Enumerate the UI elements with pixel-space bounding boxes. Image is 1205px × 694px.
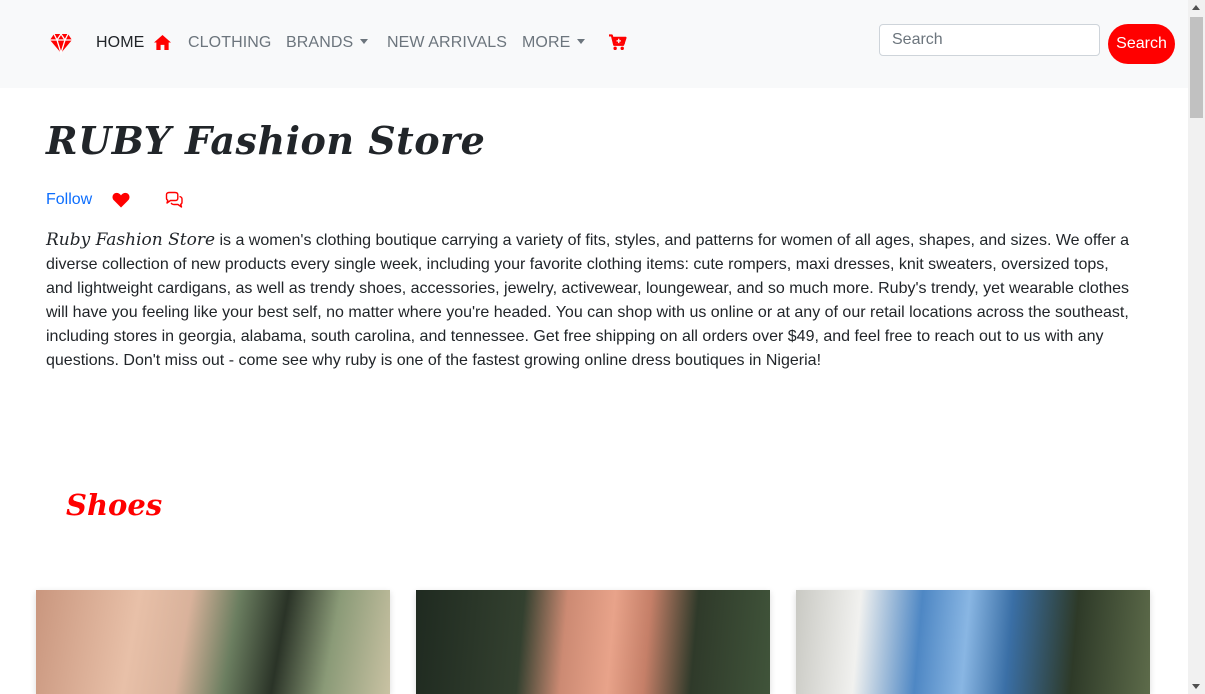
product-card[interactable] — [36, 590, 390, 694]
nav-new-arrivals-link[interactable]: NEW ARRIVALS — [387, 34, 507, 52]
heart-icon[interactable] — [112, 192, 130, 208]
description-text: is a women's clothing boutique carrying … — [46, 232, 1130, 369]
nav-clothing-link[interactable]: CLOTHING — [188, 34, 271, 52]
search-input[interactable] — [879, 24, 1100, 56]
chevron-down-icon — [360, 39, 369, 44]
product-card[interactable] — [416, 590, 770, 694]
nav-home-link[interactable]: HOME — [96, 34, 144, 52]
scroll-up-arrow-icon[interactable] — [1192, 5, 1200, 10]
nav-more-dropdown[interactable]: MORE — [522, 34, 586, 52]
nav-new-arrivals-label: NEW ARRIVALS — [387, 34, 508, 51]
comments-icon[interactable] — [164, 191, 184, 209]
nav-more-label: MORE — [522, 34, 571, 51]
top-navbar: HOME CLOTHING BRANDS NEW ARRIVALS MORE S… — [0, 0, 1188, 88]
vertical-scrollbar[interactable] — [1188, 0, 1205, 694]
diamond-gem-icon[interactable] — [49, 31, 73, 55]
search-button[interactable]: Search — [1108, 24, 1175, 64]
scrollbar-thumb[interactable] — [1190, 17, 1203, 118]
description-brand-name: Ruby Fashion Store — [46, 230, 216, 250]
cart-plus-icon[interactable] — [608, 34, 627, 51]
chevron-down-icon — [577, 39, 586, 44]
page-title: RUBY Fashion Store — [46, 118, 486, 163]
nav-brands-dropdown[interactable]: BRANDS — [286, 34, 369, 52]
nav-clothing-label: CLOTHING — [188, 34, 272, 51]
follow-link[interactable]: Follow — [46, 191, 92, 209]
scroll-down-arrow-icon[interactable] — [1192, 684, 1200, 689]
product-card[interactable] — [796, 590, 1150, 694]
nav-brands-label: BRANDS — [286, 34, 354, 51]
home-icon[interactable] — [153, 34, 172, 51]
store-description: Ruby Fashion Store is a women's clothing… — [46, 228, 1136, 373]
section-title-shoes: Shoes — [66, 488, 163, 522]
nav-home-label: HOME — [96, 34, 145, 51]
